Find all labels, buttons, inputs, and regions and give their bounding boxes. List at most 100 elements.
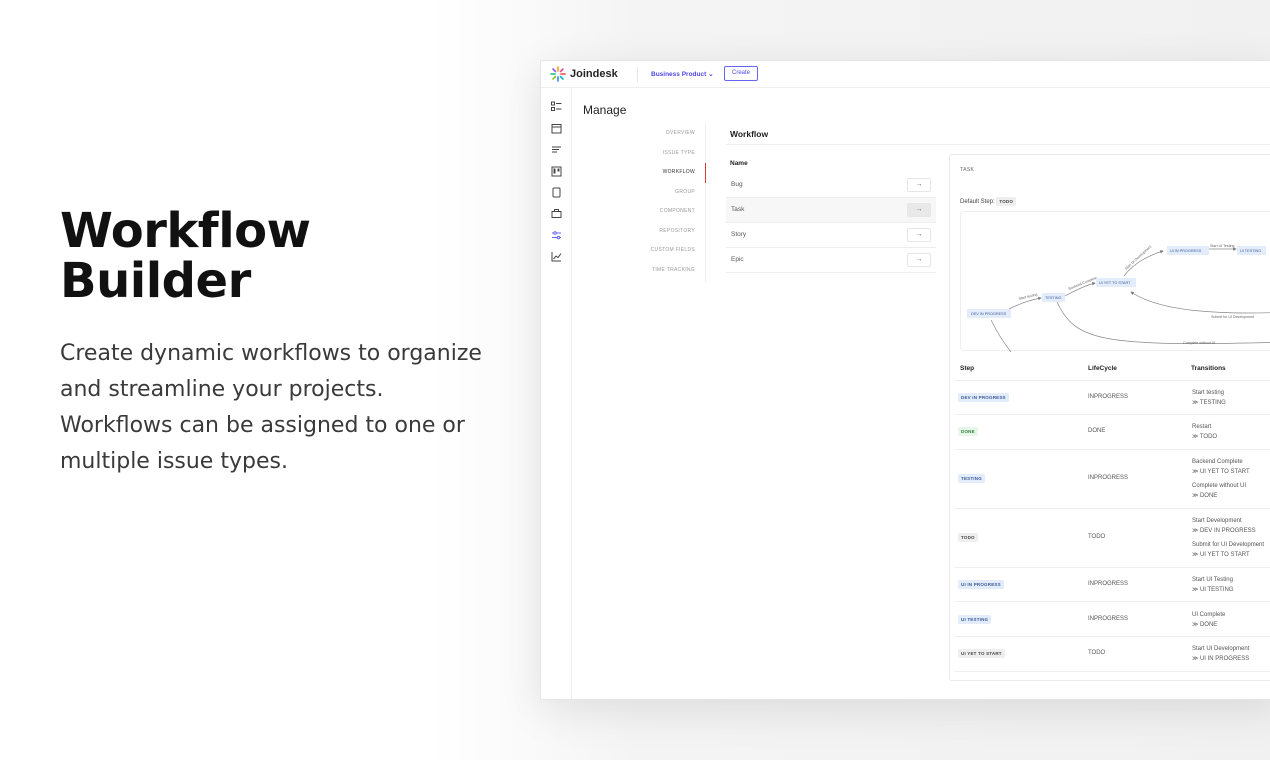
- workflow-name: Story: [731, 231, 747, 238]
- table-divider: [955, 671, 1270, 672]
- board-icon[interactable]: [551, 166, 562, 177]
- workflow-section-title: Workflow: [730, 129, 769, 139]
- project-selector[interactable]: Business Product ⌄: [651, 70, 714, 78]
- default-step-label: Default Step:: [960, 199, 995, 205]
- transition-name: Backend Complete: [1192, 459, 1243, 465]
- edge-submit-for-ui-development: [1130, 291, 1270, 314]
- calendar-icon[interactable]: [551, 123, 562, 134]
- workflow-graph-svg: Start testing Backend Complete Start UI …: [967, 244, 1270, 353]
- step-chip[interactable]: DONE: [958, 427, 978, 436]
- table-divider: [955, 567, 1270, 568]
- step-chip[interactable]: DEV IN PROGRESS: [958, 393, 1009, 402]
- transitions-cell: Start testing ≫ TESTING: [1192, 388, 1226, 408]
- subnav-custom-fields[interactable]: CUSTOM FIELDS: [651, 247, 695, 253]
- transition-name: Restart: [1192, 424, 1212, 430]
- workflow-name-header: Name: [730, 160, 748, 167]
- edge-start-testing: [1008, 296, 1042, 310]
- step-chip[interactable]: UI IN PROGRESS: [958, 580, 1004, 589]
- transition-name: Start UI Development: [1192, 646, 1250, 652]
- table-divider: [955, 449, 1270, 450]
- transition-target[interactable]: ≫ UI YET TO START: [1192, 467, 1250, 477]
- topbar-divider: [637, 67, 638, 82]
- subnav-time-tracking[interactable]: TIME TRACKING: [652, 267, 695, 273]
- subnav-repository[interactable]: REPOSITORY: [659, 228, 695, 234]
- briefcase-icon[interactable]: [551, 208, 562, 219]
- open-workflow-button[interactable]: →: [907, 228, 931, 242]
- workflow-row[interactable]: Epic →: [726, 248, 936, 273]
- transitions-column-header: Transitions: [1191, 365, 1226, 372]
- step-chip[interactable]: TODO: [958, 533, 978, 542]
- transition-name: Start UI Testing: [1192, 577, 1233, 583]
- graph-node-label: UI IN PROGRESS: [1170, 249, 1202, 253]
- transitions-cell: Start UI Development ≫ UI IN PROGRESS: [1192, 644, 1249, 664]
- transition-target[interactable]: ≫ UI TESTING: [1192, 585, 1234, 595]
- step-chip[interactable]: TESTING: [958, 474, 985, 483]
- table-divider: [955, 601, 1270, 602]
- hero-title: Workflow Builder: [60, 203, 311, 309]
- transitions-cell: UI Complete ≫ DONE: [1192, 610, 1225, 630]
- transition-target[interactable]: ≫ UI YET TO START: [1192, 550, 1264, 560]
- hero-description: Create dynamic workflows to organize and…: [60, 341, 482, 474]
- subnav-workflow[interactable]: WORKFLOW: [663, 169, 695, 175]
- workflow-row[interactable]: Story →: [726, 223, 936, 248]
- subnav-component[interactable]: COMPONENT: [660, 208, 695, 214]
- transitions-cell: Restart ≫ TODO: [1192, 422, 1217, 442]
- hero-title-line1: Workflow: [60, 203, 311, 259]
- edge-label: Start UI Testing: [1210, 244, 1235, 248]
- transitions-cell: Start UI Testing ≫ UI TESTING: [1192, 575, 1234, 595]
- transition-target[interactable]: ≫ DEV IN PROGRESS: [1192, 526, 1264, 536]
- default-step-chip: TODO: [996, 197, 1017, 206]
- workflow-row[interactable]: Bug →: [726, 173, 936, 198]
- edge-label: Start testing: [1018, 292, 1038, 301]
- workflow-name: Task: [731, 206, 745, 213]
- brand-name: Joindesk: [570, 68, 618, 80]
- lifecycle-value: TODO: [1088, 650, 1106, 656]
- edge-label: Submit for UI Development: [1211, 315, 1254, 319]
- edge-incoming: [990, 319, 1012, 353]
- transition-target[interactable]: ≫ DONE: [1192, 491, 1250, 501]
- open-workflow-button[interactable]: →: [907, 178, 931, 192]
- lifecycle-value: INPROGRESS: [1088, 616, 1129, 622]
- workflow-detail-panel: TASK Default Step: TODO Start testing Ba…: [949, 154, 1270, 681]
- document-icon[interactable]: [551, 187, 562, 198]
- graph-node-label: UI TESTING: [1240, 249, 1261, 253]
- step-chip[interactable]: UI YET TO START: [958, 649, 1005, 658]
- top-bar: Joindesk Business Product ⌄ Create: [541, 61, 1270, 88]
- subnav-divider: [705, 123, 706, 283]
- table-divider: [955, 636, 1270, 637]
- workflow-row-selected[interactable]: Task →: [726, 198, 936, 223]
- issues-icon[interactable]: [551, 101, 562, 112]
- create-button[interactable]: Create: [724, 66, 758, 81]
- transition-target[interactable]: ≫ TODO: [1192, 432, 1217, 442]
- open-workflow-button[interactable]: →: [907, 253, 931, 267]
- transition-target[interactable]: ≫ DONE: [1192, 620, 1225, 630]
- open-workflow-button[interactable]: →: [907, 203, 931, 217]
- lifecycle-column-header: LifeCycle: [1088, 365, 1117, 372]
- default-step: Default Step: TODO: [960, 197, 1017, 206]
- table-divider: [955, 414, 1270, 415]
- transitions-cell: Backend Complete ≫ UI YET TO START Compl…: [1192, 457, 1250, 501]
- list-icon[interactable]: [551, 144, 562, 155]
- lifecycle-value: DONE: [1088, 428, 1106, 434]
- step-chip[interactable]: UI TESTING: [958, 615, 992, 624]
- workflow-name: Bug: [731, 181, 743, 188]
- transitions-cell: Start Development ≫ DEV IN PROGRESS Subm…: [1192, 516, 1264, 560]
- edge-complete-without-ui: [1056, 301, 1270, 344]
- transition-target[interactable]: ≫ TESTING: [1192, 398, 1226, 408]
- hero-title-line2: Builder: [60, 253, 251, 309]
- settings-sliders-icon[interactable]: [551, 230, 562, 241]
- transition-name: Submit for UI Development: [1192, 542, 1265, 548]
- table-divider: [955, 508, 1270, 509]
- chevron-down-icon: ⌄: [708, 71, 714, 78]
- workflow-graph[interactable]: Start testing Backend Complete Start UI …: [960, 211, 1270, 353]
- transition-name: UI Complete: [1192, 612, 1226, 618]
- graph-node-label: UI YET TO START: [1099, 281, 1131, 285]
- graph-node-label: TESTING: [1045, 296, 1062, 300]
- reports-chart-icon[interactable]: [551, 251, 562, 262]
- subnav-overview[interactable]: OVERVIEW: [666, 130, 695, 136]
- subnav-group[interactable]: GROUP: [675, 189, 695, 195]
- subnav-issue-type[interactable]: ISSUE TYPE: [663, 150, 695, 156]
- transition-target[interactable]: ≫ UI IN PROGRESS: [1192, 654, 1249, 664]
- lifecycle-value: TODO: [1088, 534, 1106, 540]
- edge-label: Complete without UI: [1183, 341, 1215, 345]
